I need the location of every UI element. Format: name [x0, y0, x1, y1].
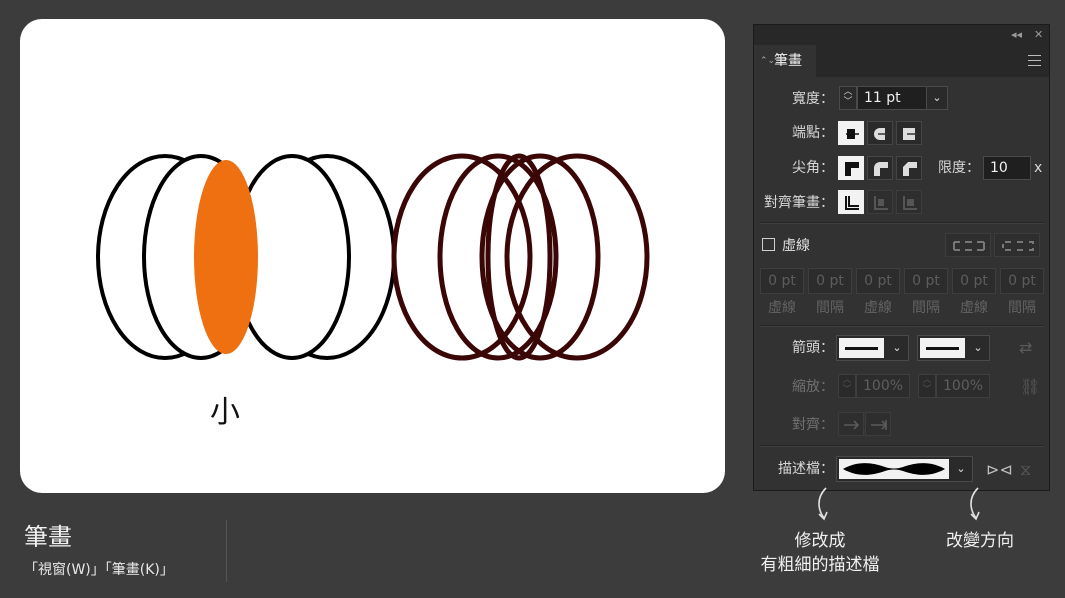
tab-updown-icon: ⌃⌄ — [760, 56, 776, 66]
limit-unit: x — [1034, 160, 1043, 176]
flip-vertical-icon[interactable]: ⧖ — [1020, 460, 1031, 480]
curved-arrow-icon — [818, 487, 828, 521]
gap-2-input[interactable]: 0 pt — [904, 268, 948, 294]
highlighted-segment — [194, 160, 258, 354]
width-profile-select[interactable]: ⌄ — [836, 456, 973, 482]
separator — [760, 222, 1044, 224]
align-stroke-label: 對齊筆畫： — [764, 195, 834, 211]
corner-label: 尖角： — [792, 160, 834, 176]
footer-title: 筆畫 — [24, 523, 72, 551]
chevron-down-icon: ⌄ — [892, 341, 902, 354]
curved-arrow-icon — [970, 487, 980, 521]
scale-end-input[interactable]: 100% — [936, 374, 990, 398]
dash-1-input[interactable]: 0 pt — [760, 268, 804, 294]
width-stepper[interactable]: ︿ ﹀ — [839, 86, 857, 110]
pumpkin-right — [391, 153, 650, 361]
dash-3-label: 虛線 — [960, 300, 988, 316]
artboard — [20, 19, 725, 493]
chevron-down-icon: ⌄ — [973, 341, 983, 354]
scale-label: 縮放： — [792, 379, 834, 395]
dash-1-label: 虛線 — [768, 300, 796, 316]
dash-2-label: 虛線 — [864, 300, 892, 316]
dash-align-corners-button[interactable] — [994, 233, 1040, 257]
panel-topbar: ◂◂ ✕ — [754, 25, 1049, 45]
start-arrowhead-select[interactable]: ⌄ — [836, 335, 909, 361]
separator — [760, 445, 1044, 447]
cap-label: 端點： — [792, 125, 834, 141]
footer-divider — [226, 520, 227, 582]
flip-horizontal-icon[interactable]: ⊳⊲ — [986, 460, 1013, 480]
tab-stroke[interactable]: ⌃⌄ 筆畫 — [754, 45, 816, 77]
chevron-down-icon: ⌄ — [956, 462, 966, 475]
gap-1-input[interactable]: 0 pt — [808, 268, 852, 294]
dash-preserve-button[interactable] — [945, 233, 991, 257]
profile-label: 描述檔： — [778, 461, 834, 477]
hamburger-menu-icon[interactable] — [1028, 55, 1041, 66]
profile-preview — [843, 463, 945, 475]
tab-stroke-label: 筆畫 — [774, 53, 802, 69]
gap-1-label: 間隔 — [816, 300, 844, 316]
limit-label: 限度： — [938, 160, 980, 176]
align-outside-button[interactable] — [896, 190, 922, 214]
small-label: 小 — [210, 395, 240, 430]
arrowheads-label: 箭頭： — [792, 340, 834, 356]
swap-arrowheads-icon[interactable]: ⇄ — [1019, 338, 1032, 358]
scale-start-input[interactable]: 100% — [856, 374, 910, 398]
close-icon[interactable]: ✕ — [1034, 27, 1043, 43]
dash-3-input[interactable]: 0 pt — [952, 268, 996, 294]
footer-subtitle: 「視窗(W)」「筆畫(K)」 — [24, 562, 174, 578]
align-inside-button[interactable] — [867, 190, 893, 214]
stroke-panel: ◂◂ ✕ ⌃⌄ 筆畫 寬度： ︿ ﹀ 11 pt ⌄ 端點： 尖角： 限度： 10… — [753, 24, 1050, 491]
panel-tabbar: ⌃⌄ 筆畫 — [754, 45, 1049, 77]
arrow-tip-at-end-button[interactable] — [865, 412, 891, 436]
direction-note: 改變方向 — [946, 531, 1014, 551]
round-join-button[interactable] — [867, 156, 893, 180]
gap-2-label: 間隔 — [912, 300, 940, 316]
align-center-button[interactable] — [838, 190, 864, 214]
butt-cap-button[interactable] — [838, 121, 864, 145]
double-chevron-left-icon[interactable]: ◂◂ — [1011, 27, 1022, 43]
dashed-line-label: 虛線 — [782, 238, 810, 254]
dash-2-input[interactable]: 0 pt — [856, 268, 900, 294]
bevel-join-button[interactable] — [896, 156, 922, 180]
projecting-cap-button[interactable] — [896, 121, 922, 145]
arrow-align-label: 對齊： — [792, 417, 834, 433]
miter-join-button[interactable] — [838, 156, 864, 180]
width-input[interactable]: 11 pt — [857, 86, 927, 110]
dashed-line-checkbox[interactable] — [762, 238, 775, 251]
miter-limit-input[interactable]: 10 — [983, 156, 1031, 180]
link-scale-icon[interactable]: ⛓ — [1020, 377, 1040, 397]
profile-note-line1: 修改成 — [794, 531, 846, 551]
scale-start-stepper[interactable]: ︿ ﹀ — [838, 374, 856, 398]
end-arrowhead-select[interactable]: ⌄ — [917, 335, 990, 361]
round-cap-button[interactable] — [867, 121, 893, 145]
gap-3-label: 間隔 — [1008, 300, 1036, 316]
scale-end-stepper[interactable]: ︿ ﹀ — [918, 374, 936, 398]
gap-3-input[interactable]: 0 pt — [1000, 268, 1044, 294]
arrow-tip-beyond-button[interactable] — [838, 412, 864, 436]
pumpkin-left — [96, 154, 396, 360]
separator — [760, 325, 1044, 327]
width-dropdown-button[interactable]: ⌄ — [926, 86, 948, 110]
profile-note-line2: 有粗細的描述檔 — [760, 555, 880, 575]
pumpkin-illustrations — [96, 153, 650, 361]
width-label: 寬度： — [792, 91, 834, 107]
